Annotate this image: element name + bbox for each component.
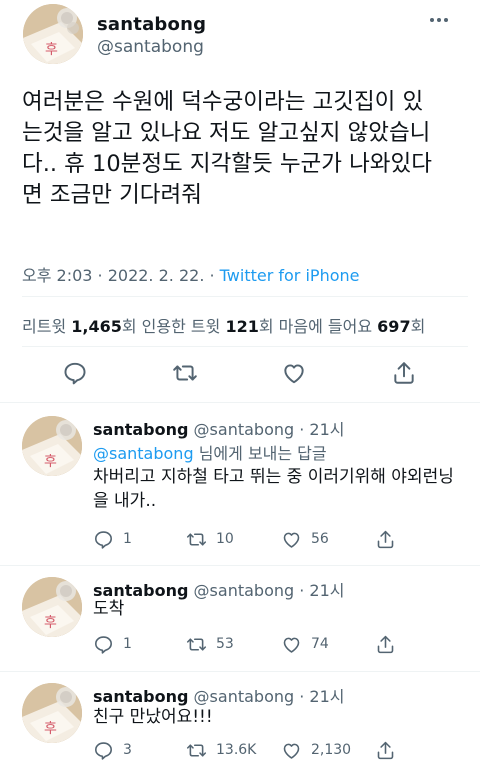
avatar[interactable]: 후 — [22, 683, 82, 743]
retweet-count: 10 — [216, 531, 234, 547]
share-button[interactable] — [375, 738, 396, 761]
tweet-source[interactable]: Twitter for iPhone — [220, 266, 360, 285]
divider — [0, 671, 480, 672]
share-icon — [377, 635, 394, 653]
reply-actions: 1 53 74 — [93, 632, 473, 656]
retweet-button[interactable]: 10 — [186, 527, 234, 551]
display-name[interactable]: santabong — [97, 14, 206, 35]
retweet-count: 13.6K — [216, 742, 257, 758]
retweet-count: 53 — [216, 636, 234, 652]
reply-header: santabong @santabong · 21시 — [93, 683, 345, 707]
quote-count[interactable]: 121 — [225, 317, 258, 336]
quotes-unit: 회 — [258, 317, 279, 336]
mention-link[interactable]: @santabong — [93, 444, 194, 463]
share-icon[interactable] — [389, 358, 419, 388]
reply-text: 친구 만났어요!!! — [93, 707, 213, 727]
avatar[interactable]: 후 — [22, 577, 82, 637]
likes-unit: 회 — [410, 317, 426, 336]
reply-text: 차버리고 지하철 타고 뛰는 중 이러기위해 야외런닝 을 내가.. — [93, 467, 454, 511]
tweet-meta: 오후 2:03 · 2022. 2. 22. · Twitter for iPh… — [22, 262, 359, 286]
reply-count: 1 — [123, 636, 132, 652]
retweet-button[interactable]: 13.6K — [186, 738, 256, 761]
tweet-actions — [0, 358, 480, 394]
retweet-icon — [186, 532, 207, 546]
svg-text:후: 후 — [44, 721, 57, 737]
reply-header: santabong @santabong · 21시 — [93, 416, 345, 440]
reply-icon — [95, 741, 112, 760]
handle-time[interactable]: @santabong · 21시 — [194, 687, 345, 706]
share-icon — [377, 741, 394, 759]
retweets-label: 리트윗 — [22, 317, 72, 336]
replying-to: @santabong 님에게 보내는 답글 — [93, 440, 327, 464]
divider — [22, 346, 468, 347]
reply-icon — [95, 635, 112, 654]
handle[interactable]: @santabong — [97, 37, 204, 57]
likes-label: 마음에 들어요 — [278, 317, 378, 336]
like-icon — [283, 637, 300, 653]
like-count[interactable]: 697 — [377, 317, 410, 336]
like-icon — [283, 743, 300, 759]
svg-text:후: 후 — [44, 615, 57, 631]
tweet-stats: 리트윗 1,465회 인용한 트윗 121회 마음에 들어요 697회 — [22, 313, 425, 337]
divider — [0, 565, 480, 566]
like-button[interactable]: 2,130 — [281, 738, 351, 761]
like-count: 74 — [311, 636, 329, 652]
like-button[interactable]: 74 — [281, 632, 329, 656]
share-button[interactable] — [375, 527, 396, 551]
retweet-icon[interactable] — [170, 358, 200, 388]
quotes-label: 인용한 트윗 — [141, 317, 226, 336]
handle-time[interactable]: @santabong · 21시 — [194, 420, 345, 439]
share-button[interactable] — [375, 632, 396, 656]
avatar[interactable]: 후 — [22, 416, 82, 476]
reply-actions: 3 13.6K 2,130 — [93, 738, 473, 761]
svg-text:후: 후 — [45, 42, 58, 58]
reply-text: 도착 — [93, 599, 125, 619]
like-button[interactable]: 56 — [281, 527, 329, 551]
share-icon — [377, 530, 394, 548]
retweet-button[interactable]: 53 — [186, 632, 234, 656]
like-count: 2,130 — [311, 742, 352, 758]
reply-icon — [95, 530, 112, 549]
reply-actions: 1 10 56 — [93, 527, 473, 551]
reply-button[interactable]: 1 — [93, 632, 132, 656]
replying-suffix: 님에게 보내는 답글 — [193, 444, 327, 463]
display-name[interactable]: santabong — [93, 420, 188, 439]
retweet-count[interactable]: 1,465 — [71, 317, 122, 336]
retweets-unit: 회 — [121, 317, 142, 336]
tweet-text: 여러분은 수원에 덕수궁이라는 고깃집이 있 는것을 알고 있나요 저도 알고싶… — [22, 89, 432, 208]
retweet-icon — [186, 637, 207, 651]
like-icon — [283, 532, 300, 548]
reply-count: 3 — [123, 742, 132, 758]
display-name[interactable]: santabong — [93, 687, 188, 706]
more-icon[interactable] — [425, 10, 453, 30]
svg-text:후: 후 — [44, 454, 57, 470]
reply-icon[interactable] — [60, 358, 90, 388]
like-count: 56 — [311, 531, 329, 547]
avatar[interactable]: 후 — [23, 4, 83, 64]
retweet-icon — [186, 743, 207, 757]
reply-button[interactable]: 3 — [93, 738, 132, 761]
reply-button[interactable]: 1 — [93, 527, 132, 551]
tweet-timestamp[interactable]: 오후 2:03 · 2022. 2. 22. · — [22, 266, 220, 285]
divider — [22, 296, 468, 297]
divider — [0, 402, 480, 403]
reply-count: 1 — [123, 531, 132, 547]
like-icon[interactable] — [279, 358, 309, 388]
